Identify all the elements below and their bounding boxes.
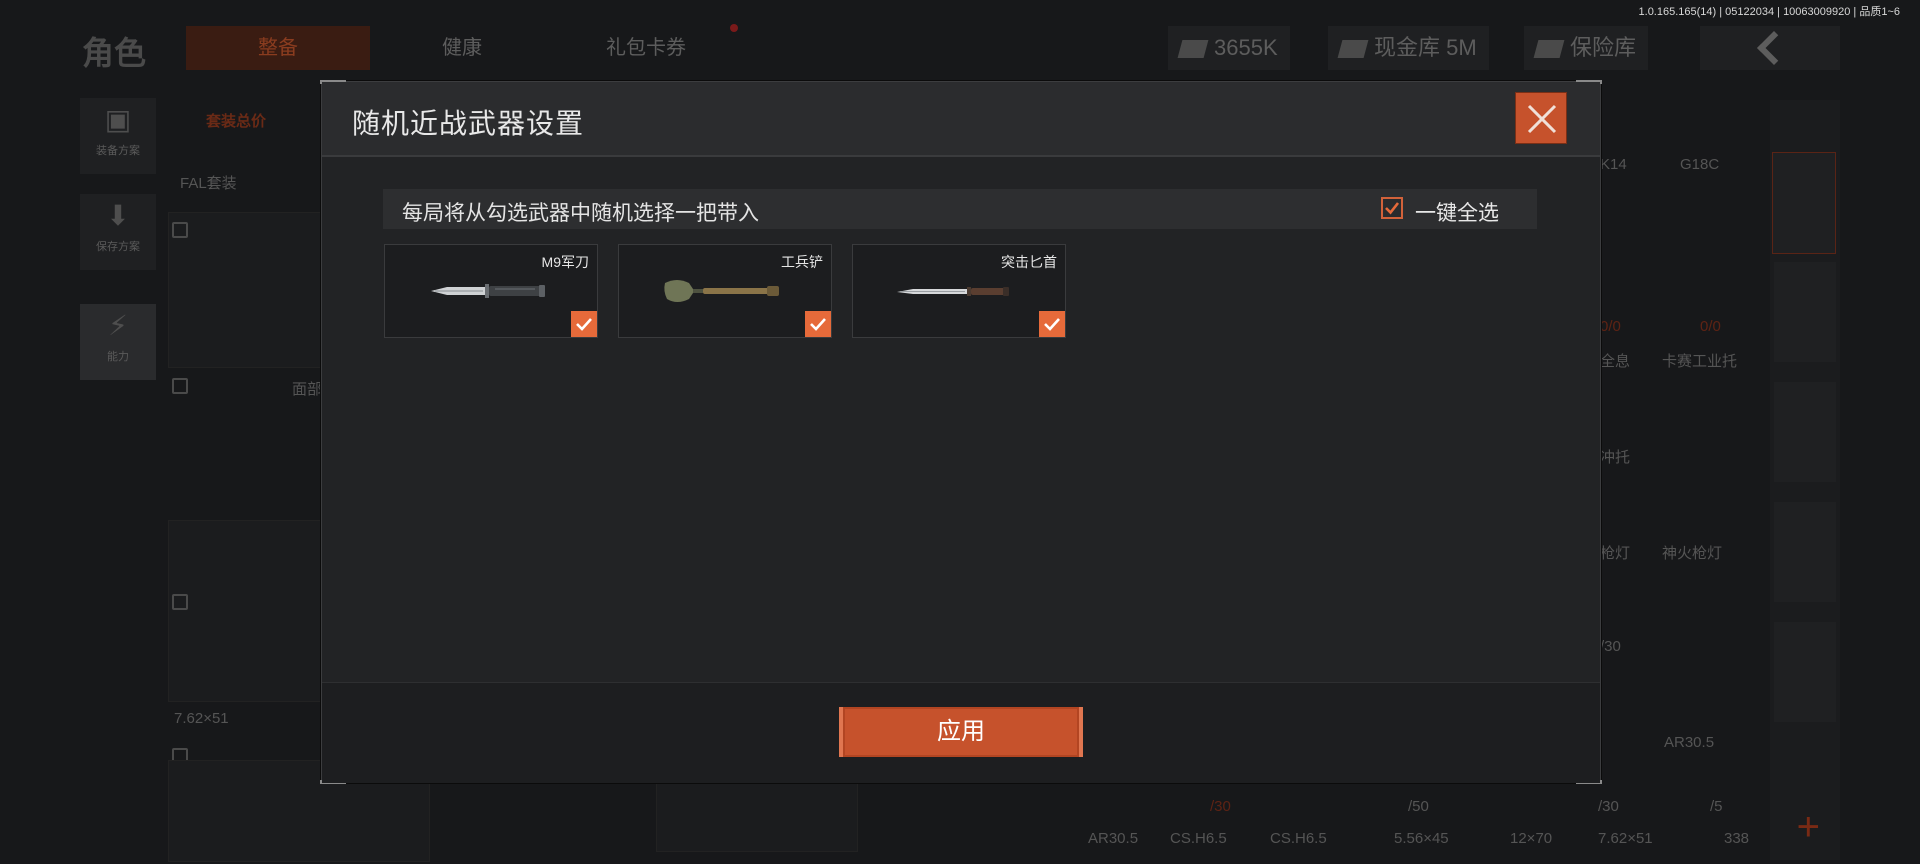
download-icon: ⬇ xyxy=(106,200,130,231)
loadout-name: FAL套装 xyxy=(180,175,237,192)
dialog-header: 随机近战武器设置 xyxy=(322,82,1600,157)
face-slot-label: 面部 xyxy=(292,381,323,398)
helmet-slot[interactable] xyxy=(168,212,330,368)
checkbox-checked-icon xyxy=(1381,197,1403,219)
dialog-footer: 应用 xyxy=(322,682,1600,783)
select-all-checkbox[interactable]: 一键全选 xyxy=(1381,195,1517,225)
save-plan-label: 保存方案 xyxy=(96,241,140,253)
ammo-count: /50 xyxy=(1408,798,1429,815)
vault-icon xyxy=(1337,40,1369,59)
attachment-label: 神火枪灯 xyxy=(1662,545,1723,562)
category-grip[interactable] xyxy=(1774,622,1836,722)
attachment-label: 枪灯 xyxy=(1600,545,1631,562)
ammo-caliber-label: 7.62×51 xyxy=(174,710,229,727)
vest-icon: ▣ xyxy=(104,104,132,135)
weapon-name: 工兵铲 xyxy=(781,254,823,270)
ammo-type-label: CS.H6.5 xyxy=(1170,830,1227,847)
weapon-name: 突击匕首 xyxy=(1001,254,1057,270)
checkbox-checked-icon[interactable] xyxy=(1039,311,1065,337)
safe-button[interactable]: 保险库 xyxy=(1524,26,1649,70)
checkbox-checked-icon[interactable] xyxy=(805,311,831,337)
attachment-label: 全息 xyxy=(1600,353,1631,370)
category-armor[interactable] xyxy=(1772,152,1836,254)
ammo-count: /30 xyxy=(1598,798,1619,815)
back-button[interactable] xyxy=(1700,26,1840,70)
lightning-icon: ⚡ xyxy=(108,310,128,341)
ammo-type-label: 7.62×51 xyxy=(1598,830,1653,847)
tab-gift-coupons[interactable]: 礼包卡券 xyxy=(554,26,738,70)
tab-loadout[interactable]: 整备 xyxy=(186,26,370,70)
lock-icon xyxy=(172,594,188,610)
lock-icon xyxy=(172,378,188,394)
shovel-icon xyxy=(664,280,779,302)
currency-value: 3655K xyxy=(1214,35,1278,60)
category-backpack[interactable] xyxy=(1774,262,1836,362)
ability-button[interactable]: ⚡ 能力 xyxy=(80,304,156,380)
attachment-label: G18C xyxy=(1680,156,1720,173)
safe-icon xyxy=(1533,40,1565,59)
attachment-label: 卡赛工业托 xyxy=(1662,353,1738,370)
close-icon xyxy=(1527,104,1557,134)
money-icon xyxy=(1177,40,1209,59)
ammo-type-label: CS.H6.5 xyxy=(1270,830,1327,847)
weapon-card-assault-dagger[interactable]: 突击匕首 xyxy=(852,244,1066,338)
select-all-label: 一键全选 xyxy=(1415,202,1499,225)
ammo-count: /30 xyxy=(1600,638,1621,655)
loadout-plan-button[interactable]: ▣ 装备方案 xyxy=(80,98,156,174)
category-rifle[interactable] xyxy=(1774,382,1836,482)
ammo-count: 0/0 xyxy=(1600,318,1621,335)
ammo-count: /30 xyxy=(1210,798,1231,815)
loadout-price-label: 套装总价 xyxy=(206,113,267,130)
combat-knife-icon xyxy=(431,284,545,298)
ammo-count: /5 xyxy=(1710,798,1723,815)
close-button[interactable] xyxy=(1515,92,1567,144)
version-info: 1.0.165.165(14) | 05122034 | 10063009920… xyxy=(1638,6,1900,18)
random-melee-dialog: 随机近战武器设置 每局将从勾选武器中随机选择一把带入 一键全选 M9军刀 工兵铲… xyxy=(320,80,1602,784)
weapon-card-shovel[interactable]: 工兵铲 xyxy=(618,244,832,338)
checkbox-checked-icon[interactable] xyxy=(571,311,597,337)
category-magazine[interactable] xyxy=(1774,502,1836,602)
cash-vault-button[interactable]: 现金库 5M xyxy=(1328,26,1489,70)
ammo-type-label: AR30.5 xyxy=(1088,830,1139,847)
info-bar: 每局将从勾选武器中随机选择一把带入 一键全选 xyxy=(383,189,1537,229)
ability-label: 能力 xyxy=(107,351,129,363)
weapon-card-m9[interactable]: M9军刀 xyxy=(384,244,598,338)
shovel-slot[interactable] xyxy=(656,780,858,852)
attachment-label: K14 xyxy=(1600,156,1627,173)
add-icon[interactable]: + xyxy=(1797,805,1820,850)
dagger-icon xyxy=(897,287,1009,296)
info-text: 每局将从勾选武器中随机选择一把带入 xyxy=(402,202,759,225)
page-title: 角色 xyxy=(82,35,147,71)
apply-button[interactable]: 应用 xyxy=(839,707,1083,757)
notification-dot xyxy=(730,24,738,32)
save-plan-button[interactable]: ⬇ 保存方案 xyxy=(80,194,156,270)
lock-icon xyxy=(172,222,188,238)
loadout-plan-label: 装备方案 xyxy=(96,145,140,157)
weapon-slot[interactable] xyxy=(168,520,330,702)
ammo-type-label: 338 xyxy=(1724,830,1750,847)
ammo-type-label: 12×70 xyxy=(1510,830,1553,847)
dialog-title: 随机近战武器设置 xyxy=(352,108,585,139)
ammo-count: 0/0 xyxy=(1700,318,1721,335)
safe-label: 保险库 xyxy=(1570,35,1637,60)
attachment-label: AR30.5 xyxy=(1664,734,1715,751)
attachment-label: 冲托 xyxy=(1600,449,1631,466)
currency-display[interactable]: 3655K xyxy=(1168,26,1290,70)
tab-health[interactable]: 健康 xyxy=(370,26,554,70)
ammo-type-label: 5.56×45 xyxy=(1394,830,1449,847)
cash-vault-label: 现金库 5M xyxy=(1374,35,1477,60)
weapon-name: M9军刀 xyxy=(541,254,589,270)
